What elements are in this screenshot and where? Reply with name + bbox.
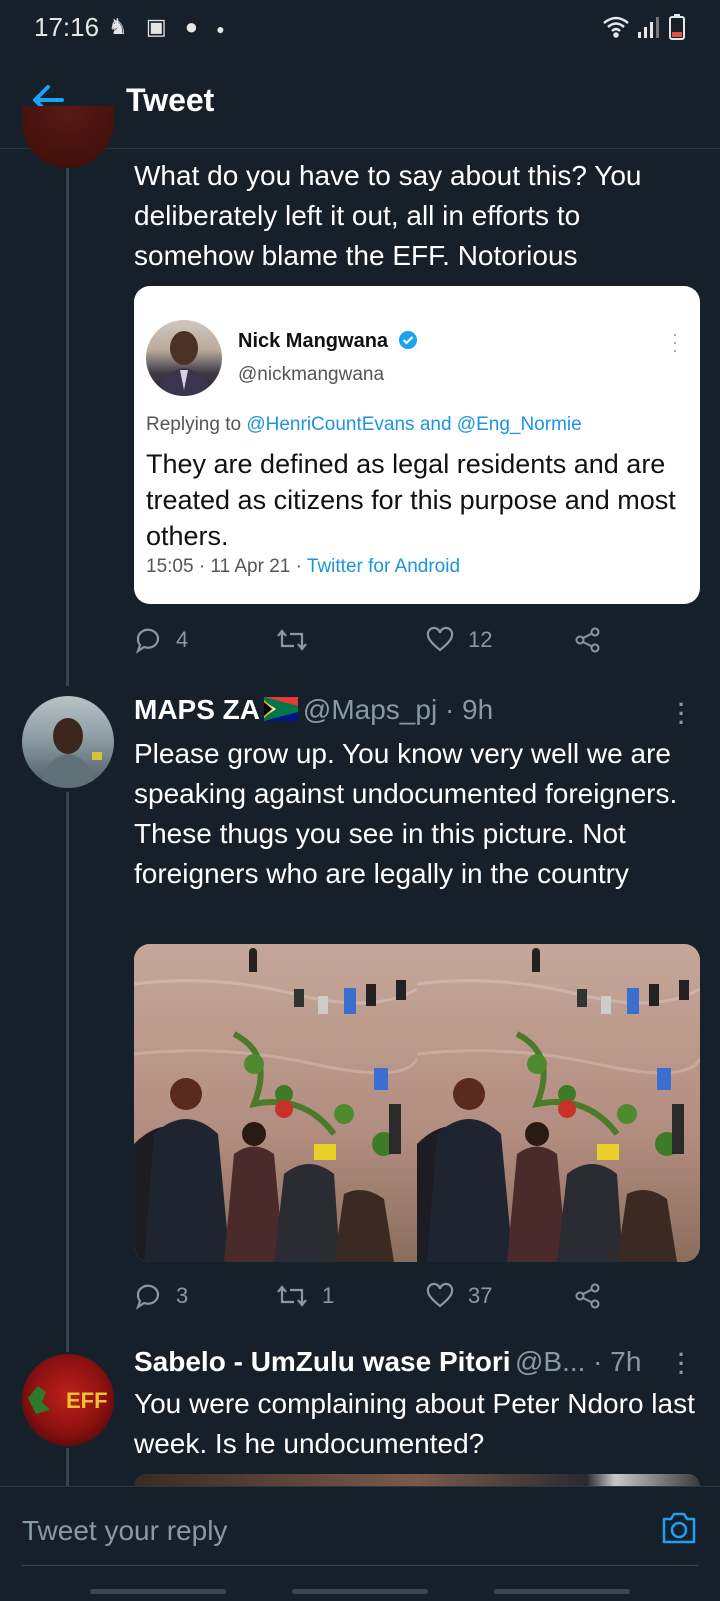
thread-line	[66, 166, 69, 686]
image-icon: ▣	[145, 14, 173, 39]
tweet-actions: 4 12	[134, 622, 700, 662]
tweet-photo-preview[interactable]	[134, 1474, 700, 1486]
heart-icon	[426, 626, 454, 652]
share-button[interactable]	[574, 622, 616, 658]
more-options-icon[interactable]: · · ·	[678, 1344, 685, 1384]
reply-composer: Tweet your reply	[0, 1486, 720, 1601]
nav-back-button[interactable]	[90, 1589, 226, 1594]
heart-icon	[426, 1282, 454, 1308]
avatar-label: EFF	[66, 1388, 108, 1413]
display-name[interactable]: MAPS ZA	[134, 694, 260, 725]
replying-users-link[interactable]: @HenriCountEvans and @Eng_Normie	[246, 414, 581, 435]
thread-line	[66, 792, 69, 1352]
avatar[interactable]: EFF	[22, 1354, 114, 1446]
avatar[interactable]	[22, 696, 114, 788]
like-button[interactable]: 37	[426, 1278, 492, 1314]
more-options-icon[interactable]: · · ·	[672, 325, 678, 359]
reply-button[interactable]: 4	[134, 622, 188, 658]
retweet-button[interactable]: 1	[276, 1278, 334, 1314]
tweet-text: You were complaining about Peter Ndoro l…	[134, 1388, 695, 1459]
tweet-text: What do you have to say about this? You …	[134, 160, 642, 271]
quoted-tweet-text: They are defined as legal residents and …	[146, 449, 676, 551]
nav-recents-button[interactable]	[494, 1589, 630, 1594]
like-button[interactable]: 12	[426, 622, 492, 658]
source-link[interactable]: Twitter for Android	[307, 556, 460, 577]
notification-icons: ♞ ▣ ● ●	[108, 14, 231, 40]
status-time: 17:16	[34, 12, 100, 42]
quoted-handle: @nickmangwana	[238, 364, 385, 385]
reply-button[interactable]: 3	[134, 1278, 188, 1314]
share-icon	[575, 627, 600, 653]
share-button[interactable]	[574, 1278, 616, 1314]
replying-to: Replying to @HenriCountEvans and @Eng_No…	[146, 414, 582, 435]
nav-home-button[interactable]	[292, 1589, 428, 1594]
status-bar: 17:16 ♞ ▣ ● ●	[0, 0, 720, 52]
camera-icon[interactable]	[660, 1511, 698, 1550]
more-options-icon[interactable]: · · ·	[678, 694, 685, 734]
display-name[interactable]: Sabelo - UmZulu wase Pitori	[134, 1346, 511, 1377]
battery-icon	[669, 14, 685, 40]
input-underline	[22, 1565, 698, 1566]
share-icon	[575, 1283, 600, 1309]
system-icons	[602, 14, 692, 45]
quoted-tweet-card[interactable]: Nick Mangwana @nickmangwana · · · Replying…	[134, 286, 700, 604]
verified-badge-icon	[398, 331, 417, 349]
quoted-avatar	[146, 320, 222, 396]
quoted-name: Nick Mangwana	[238, 330, 418, 353]
handle-time: @Maps_pj · 9h	[302, 694, 494, 725]
tweet-actions: 3 1 37	[134, 1278, 700, 1318]
avatar[interactable]	[22, 106, 114, 168]
page-title: Tweet	[126, 82, 215, 118]
south-africa-flag-icon	[264, 697, 299, 721]
handle-time: @B... · 7h	[514, 1346, 642, 1377]
retweet-button[interactable]	[276, 622, 322, 658]
tweet-text: Please grow up. You know very well we ar…	[134, 738, 678, 889]
wifi-icon	[603, 16, 629, 38]
dot-icon: ●	[216, 21, 231, 37]
thread-line	[66, 1448, 69, 1486]
reply-icon	[135, 1284, 160, 1310]
tweet-header: MAPS ZA @Maps_pj · 9h	[134, 694, 694, 734]
facebook-icon: ●	[184, 14, 205, 39]
reply-input[interactable]: Tweet your reply	[22, 1515, 227, 1547]
tweet-header: Sabelo - UmZulu wase Pitori @B... · 7h	[134, 1346, 679, 1386]
signal-icon	[638, 17, 659, 38]
retweet-icon	[277, 629, 307, 651]
quoted-timestamp: 15:05 · 11 Apr 21 · Twitter for Android	[146, 556, 461, 577]
reply-icon	[135, 628, 160, 654]
person-walking-icon: ♞	[108, 14, 134, 39]
tweet-photo[interactable]	[134, 944, 700, 1262]
retweet-icon	[277, 1285, 307, 1307]
